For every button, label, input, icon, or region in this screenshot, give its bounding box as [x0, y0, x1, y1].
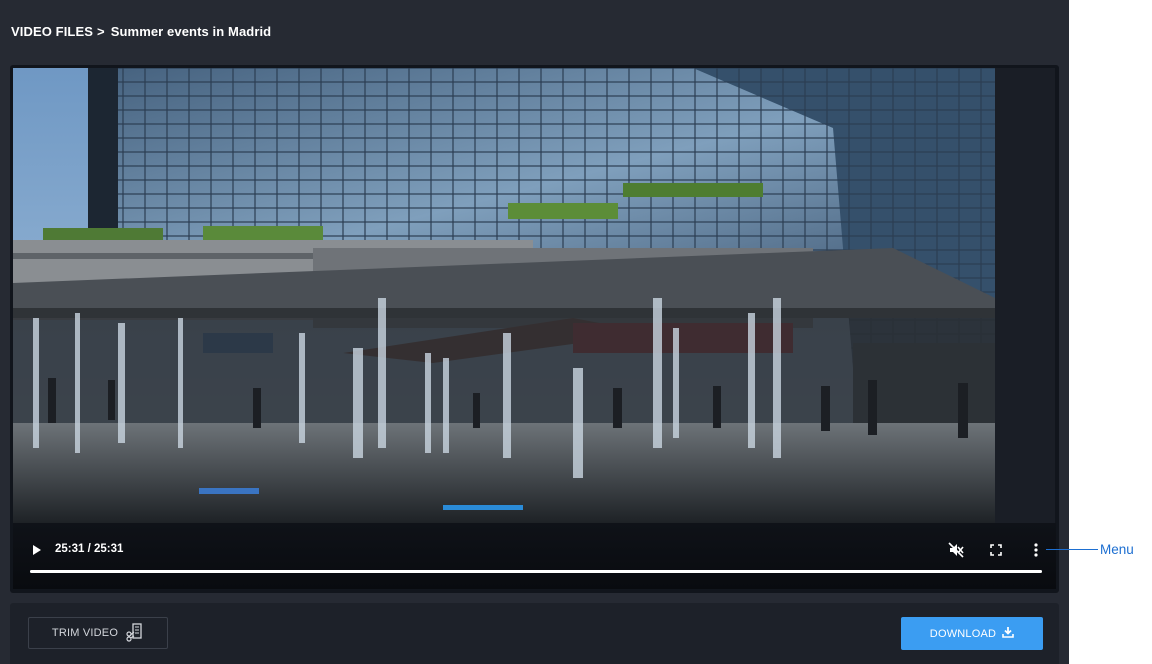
player-controls: 25:31 / 25:31 [13, 523, 1056, 589]
annotation-pointer-line [1046, 549, 1098, 550]
download-icon [1002, 626, 1014, 641]
action-bar: TRIM VIDEO DOWNLOAD [10, 603, 1059, 664]
video-detail-panel: VIDEO FILES > Summer events in Madrid 25… [0, 0, 1069, 664]
video-player: 25:31 / 25:31 [10, 65, 1059, 593]
menu-annotation-label: Menu [1100, 542, 1134, 557]
breadcrumb-root[interactable]: VIDEO FILES [11, 24, 93, 39]
seek-bar[interactable] [30, 570, 1042, 573]
breadcrumb-separator: > [97, 24, 105, 39]
volume-muted-icon[interactable] [948, 542, 964, 558]
video-letterbox [995, 68, 1055, 523]
more-vertical-icon[interactable] [1031, 541, 1041, 559]
trim-video-label: TRIM VIDEO [51, 627, 119, 639]
seek-bar-progress [30, 570, 1042, 573]
video-thumbnail-image [13, 68, 995, 523]
breadcrumb: VIDEO FILES > Summer events in Madrid [11, 24, 271, 39]
download-button[interactable]: DOWNLOAD [901, 617, 1043, 650]
trim-icon [124, 622, 144, 645]
download-label: DOWNLOAD [929, 627, 997, 640]
video-frame[interactable] [13, 68, 995, 523]
breadcrumb-current: Summer events in Madrid [110, 24, 272, 39]
time-display: 25:31 / 25:31 [55, 543, 124, 555]
fullscreen-icon[interactable] [989, 543, 1003, 557]
trim-video-button[interactable]: TRIM VIDEO [28, 617, 168, 649]
play-icon[interactable] [31, 543, 43, 557]
